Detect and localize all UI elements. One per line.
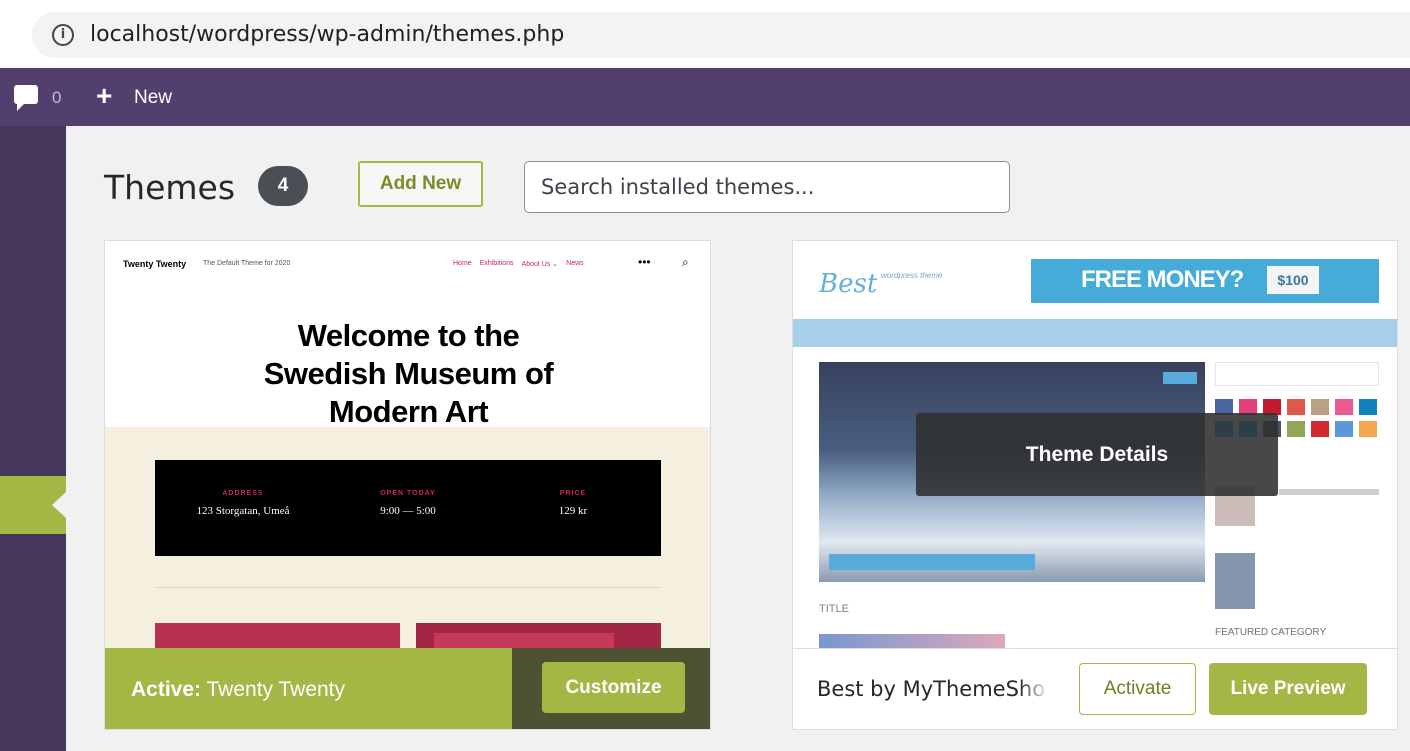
social-icon — [1311, 421, 1329, 437]
screenshot-sidebar-search — [1215, 362, 1379, 386]
admin-sidebar-menu — [0, 126, 66, 751]
screenshot-section-title: TITLE — [819, 603, 849, 615]
divider — [155, 587, 661, 588]
screenshot-ad-banner: FREE MONEY? $100 — [1031, 259, 1379, 303]
info-column: PRICE 129 kr — [503, 490, 643, 517]
social-icon — [1359, 421, 1377, 437]
social-icon — [1311, 399, 1329, 415]
wp-admin-bar: 0 + New — [0, 68, 1410, 126]
theme-actions: Customize — [512, 648, 710, 729]
screenshot-tagline: The Default Theme for 2020 — [203, 260, 291, 267]
search-themes-input[interactable] — [524, 161, 1010, 213]
screenshot-nav-item: About Us ⌄ — [521, 261, 559, 268]
hero-caption — [829, 554, 1035, 570]
info-value: 9:00 — 5:00 — [380, 505, 436, 517]
screenshot-site-title: Twenty Twenty — [123, 259, 187, 269]
screenshot-logo: Best — [819, 269, 878, 299]
active-theme-name: Active: Twenty Twenty — [131, 678, 345, 702]
name-fade — [1019, 649, 1049, 729]
info-label: OPEN TODAY — [380, 490, 436, 497]
theme-count-badge: 4 — [258, 166, 308, 206]
theme-card-best[interactable]: Best wordpress theme FREE MONEY? $100 TI… — [792, 240, 1398, 730]
social-icon — [1287, 399, 1305, 415]
info-label: ADDRESS — [222, 490, 264, 497]
theme-details-overlay[interactable]: Theme Details — [916, 413, 1278, 496]
browser-url-bar: i localhost/wordpress/wp-admin/themes.ph… — [0, 0, 1410, 68]
banner-price: $100 — [1267, 266, 1319, 294]
info-column: OPEN TODAY 9:00 — 5:00 — [338, 490, 478, 517]
screenshot-featured-heading: FEATURED CATEGORY — [1215, 627, 1327, 638]
screenshot-sidebar-text — [1279, 489, 1379, 519]
comments-count[interactable]: 0 — [52, 88, 61, 108]
screenshot-thumbnail — [819, 634, 1005, 648]
screenshot-nav — [793, 319, 1397, 347]
theme-name: Best by MyThemeSho — [817, 677, 1046, 701]
new-content-link[interactable]: New — [134, 87, 172, 109]
theme-screenshot[interactable]: Best wordpress theme FREE MONEY? $100 TI… — [793, 241, 1397, 648]
info-value: 123 Storgatan, Umeå — [196, 505, 290, 517]
add-new-button[interactable]: Add New — [358, 161, 483, 207]
theme-screenshot[interactable]: Twenty Twenty The Default Theme for 2020… — [105, 241, 710, 429]
url-text[interactable]: localhost/wordpress/wp-admin/themes.php — [90, 22, 564, 47]
active-theme-bar: Active: Twenty Twenty Customize — [105, 648, 710, 729]
screenshot-sidebar-thumb — [1215, 553, 1255, 609]
theme-name-bar: Best by MyThemeSho Activate Live Preview — [793, 648, 1397, 729]
hero-tag — [1163, 372, 1197, 384]
info-value: 129 kr — [558, 505, 588, 517]
screenshot-nav-item: Exhibitions — [479, 260, 514, 267]
theme-card-twenty-twenty[interactable]: Twenty Twenty The Default Theme for 2020… — [104, 240, 711, 730]
screenshot-info-box: ADDRESS 123 Storgatan, Umeå OPEN TODAY 9… — [155, 460, 661, 556]
activate-button[interactable]: Activate — [1079, 663, 1196, 715]
active-prefix: Active: — [131, 678, 202, 701]
social-icon — [1359, 399, 1377, 415]
screenshot-logo-subtitle: wordpress theme — [881, 271, 943, 280]
screenshot-heading: Welcome to the Swedish Museum of Modern … — [263, 318, 554, 429]
customize-button[interactable]: Customize — [542, 662, 685, 713]
info-label: PRICE — [559, 490, 587, 497]
screenshot-nav: Home Exhibitions About Us ⌄ News — [453, 260, 584, 268]
search-icon: ⌕ — [682, 255, 689, 269]
banner-text: FREE MONEY? — [1081, 266, 1244, 293]
plus-icon[interactable]: + — [96, 82, 112, 110]
theme-name: Twenty Twenty — [206, 678, 346, 701]
current-menu-arrow-icon — [52, 492, 66, 518]
social-icon — [1287, 421, 1305, 437]
ellipsis-icon: ••• — [638, 255, 651, 269]
live-preview-button[interactable]: Live Preview — [1209, 663, 1367, 715]
info-column: ADDRESS 123 Storgatan, Umeå — [173, 490, 313, 517]
social-icon — [1335, 399, 1353, 415]
comments-icon[interactable] — [14, 85, 38, 111]
social-icon — [1335, 421, 1353, 437]
site-info-icon[interactable]: i — [52, 24, 74, 46]
page-title: Themes — [104, 168, 236, 207]
screenshot-nav-item: News — [566, 260, 584, 267]
screenshot-nav-item: Home — [453, 260, 472, 267]
